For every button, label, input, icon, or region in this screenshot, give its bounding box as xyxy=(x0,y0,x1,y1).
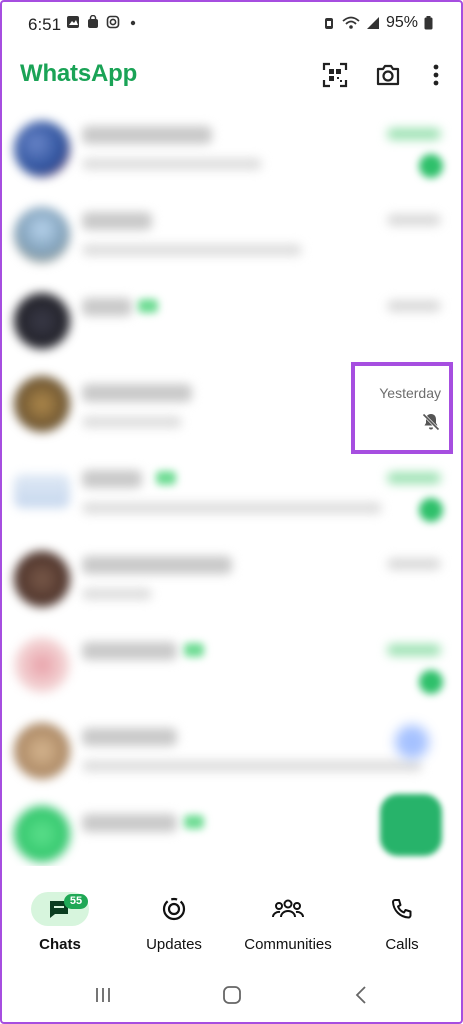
chat-row[interactable] xyxy=(0,106,463,192)
chat-row[interactable] xyxy=(0,708,463,794)
camera-button[interactable] xyxy=(373,60,403,90)
tab-label: Calls xyxy=(385,936,419,953)
tab-communities[interactable]: Communities xyxy=(230,880,346,970)
avatar xyxy=(14,723,70,779)
verified-mark-blurred xyxy=(184,643,204,657)
verified-mark-blurred xyxy=(138,299,158,313)
battery-icon xyxy=(424,16,433,30)
meta-ai-button-blurred[interactable] xyxy=(395,725,429,759)
chat-message-blurred xyxy=(82,760,422,772)
home-icon xyxy=(223,986,241,1004)
unread-badge-blurred xyxy=(419,670,443,694)
chat-row[interactable] xyxy=(0,536,463,622)
chat-time-blurred xyxy=(387,128,441,140)
tab-updates[interactable]: Updates xyxy=(116,880,232,970)
avatar xyxy=(14,207,70,263)
chat-name-blurred xyxy=(82,642,177,660)
chat-name-blurred xyxy=(82,126,212,144)
battery-percent: 95% xyxy=(385,14,418,31)
avatar xyxy=(14,806,70,862)
tab-calls[interactable]: Calls xyxy=(344,880,460,970)
avatar xyxy=(14,121,70,177)
recent-apps-button[interactable] xyxy=(90,984,116,1006)
instagram-icon xyxy=(106,15,120,29)
status-bar: 6:51 95% xyxy=(0,0,463,48)
chat-time-blurred xyxy=(387,558,441,570)
updates-icon xyxy=(162,897,186,921)
system-navigation-bar xyxy=(0,970,463,1022)
calls-icon-wrap xyxy=(373,892,431,926)
unread-badge-blurred xyxy=(419,498,443,522)
highlight-box xyxy=(351,362,453,454)
chat-row[interactable] xyxy=(0,622,463,708)
app-header: WhatsApp xyxy=(0,48,463,104)
tab-chats[interactable]: 55 Chats xyxy=(2,880,118,970)
camera-icon xyxy=(376,64,400,86)
bottom-navigation: 55 Chats Updates Communities Calls xyxy=(0,880,463,970)
chat-message-blurred xyxy=(82,416,182,428)
chat-message-blurred xyxy=(82,158,262,170)
shopping-bag-icon xyxy=(88,15,98,28)
wifi-icon xyxy=(342,16,360,29)
back-icon xyxy=(355,986,366,1004)
avatar xyxy=(14,293,70,349)
tab-label: Chats xyxy=(39,936,81,953)
chat-time-blurred xyxy=(387,214,441,226)
qr-scanner-icon xyxy=(322,62,348,88)
chat-time-blurred xyxy=(387,300,441,312)
avatar xyxy=(14,551,70,607)
app-title: WhatsApp xyxy=(20,60,138,87)
avatar xyxy=(14,637,70,693)
alarm-icon xyxy=(324,18,333,29)
new-chat-button[interactable] xyxy=(380,794,442,856)
chat-message-blurred xyxy=(82,502,382,514)
tab-label: Communities xyxy=(244,936,332,953)
chat-name-blurred xyxy=(82,728,177,746)
chat-message-blurred xyxy=(82,244,302,256)
back-button[interactable] xyxy=(348,984,374,1006)
avatar xyxy=(14,376,70,432)
communities-icon xyxy=(272,899,304,918)
chat-list[interactable] xyxy=(0,106,463,866)
chat-name-blurred xyxy=(82,814,177,832)
chat-name-blurred xyxy=(82,384,192,402)
phone-icon xyxy=(392,899,412,919)
chat-row[interactable] xyxy=(0,278,463,364)
more-options-button[interactable] xyxy=(421,60,451,90)
updates-icon-wrap xyxy=(145,892,203,926)
tab-label: Updates xyxy=(146,936,202,953)
unread-badge-blurred xyxy=(419,154,443,178)
chat-name-blurred xyxy=(82,470,142,488)
chat-row[interactable] xyxy=(0,192,463,278)
qr-scanner-button[interactable] xyxy=(320,60,350,90)
avatar xyxy=(14,474,70,508)
status-right: 95% xyxy=(322,14,433,32)
signal-icon xyxy=(366,17,379,29)
chat-time-blurred xyxy=(387,644,441,656)
verified-mark-blurred xyxy=(156,471,176,485)
chat-name-blurred xyxy=(82,556,232,574)
dot-icon xyxy=(130,20,136,26)
image-icon xyxy=(67,16,79,28)
home-button[interactable] xyxy=(219,984,245,1006)
chat-row[interactable] xyxy=(0,450,463,536)
status-left-icons xyxy=(66,15,140,29)
status-time: 6:51 xyxy=(28,15,62,34)
communities-icon-wrap xyxy=(259,892,317,926)
unread-count-badge: 55 xyxy=(64,894,88,909)
chat-name-blurred xyxy=(82,212,152,230)
chat-name-blurred xyxy=(82,298,132,316)
verified-mark-blurred xyxy=(184,815,204,829)
chat-time-blurred xyxy=(387,472,441,484)
chat-message-blurred xyxy=(82,588,152,600)
recent-apps-icon xyxy=(96,988,110,1002)
more-options-icon xyxy=(433,64,439,86)
